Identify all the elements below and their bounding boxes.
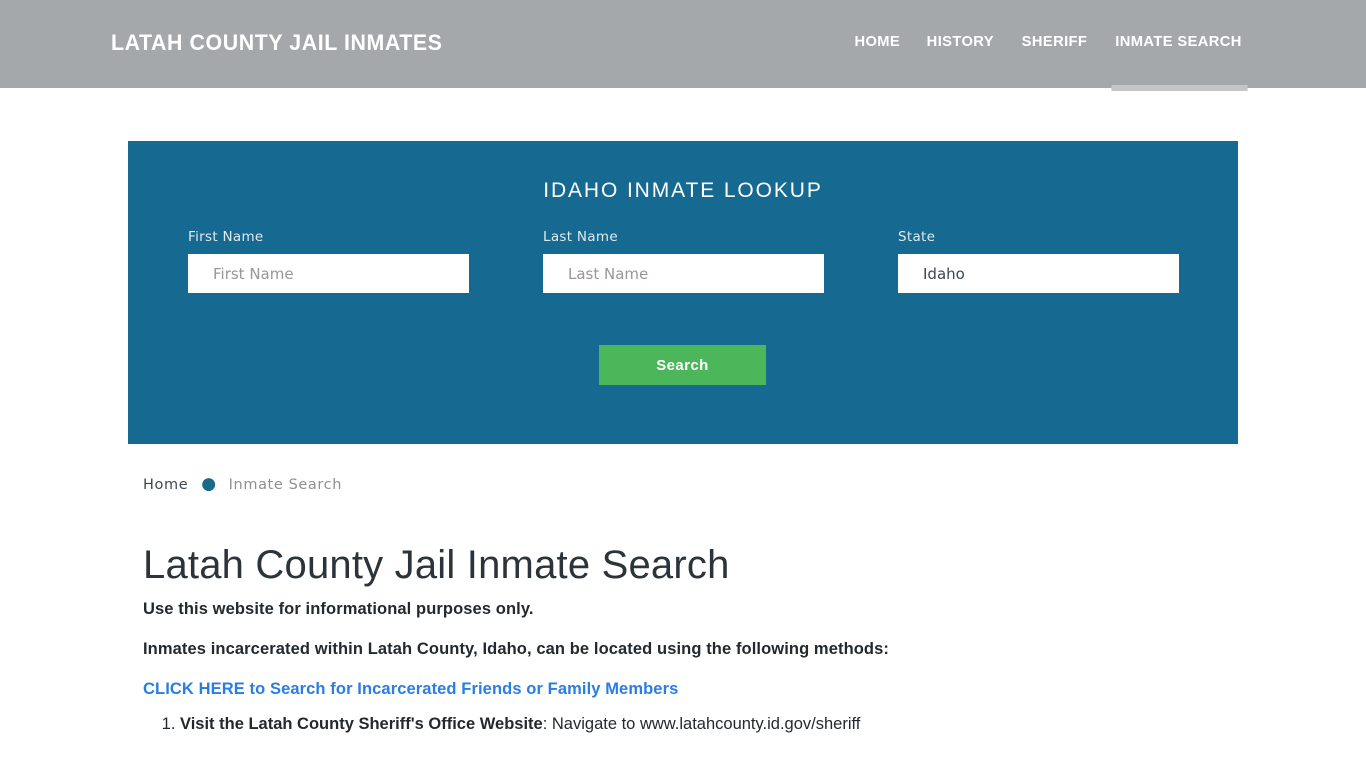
breadcrumb-current: Inmate Search xyxy=(228,476,342,493)
breadcrumb: Home ● Inmate Search xyxy=(143,476,342,493)
intro-paragraph-1: Use this website for informational purpo… xyxy=(143,600,534,618)
nav-item-sheriff[interactable]: SHERIFF xyxy=(1009,33,1100,50)
site-brand-title: LATAH COUNTY JAIL INMATES xyxy=(111,30,443,55)
state-field-group: State xyxy=(898,229,1179,293)
inmate-search-cta-link[interactable]: CLICK HERE to Search for Incarcerated Fr… xyxy=(143,680,678,699)
first-name-label: First Name xyxy=(188,229,264,245)
header-inner: LATAH COUNTY JAIL INMATES HOME HISTORY S… xyxy=(0,0,1366,91)
state-input[interactable] xyxy=(898,254,1179,293)
site-header: LATAH COUNTY JAIL INMATES HOME HISTORY S… xyxy=(0,0,1366,91)
method-title: Visit the Latah County Sheriff's Office … xyxy=(180,715,543,733)
list-item: Visit the Latah County Sheriff's Office … xyxy=(180,713,860,737)
inmate-lookup-panel: IDAHO INMATE LOOKUP First Name Last Name… xyxy=(128,141,1238,444)
last-name-field-group: Last Name xyxy=(543,229,824,293)
last-name-label: Last Name xyxy=(543,229,618,245)
first-name-field-group: First Name xyxy=(188,229,469,293)
main-navigation: HOME HISTORY SHERIFF INMATE SEARCH xyxy=(841,33,1256,91)
nav-item-history[interactable]: HISTORY xyxy=(914,33,1007,50)
page-title: Latah County Jail Inmate Search xyxy=(143,543,730,587)
intro-paragraph-2: Inmates incarcerated within Latah County… xyxy=(143,640,889,658)
panel-title: IDAHO INMATE LOOKUP xyxy=(543,179,823,202)
search-panel-section: IDAHO INMATE LOOKUP First Name Last Name… xyxy=(0,88,1366,468)
breadcrumb-separator-dot: ● xyxy=(201,474,217,494)
methods-list: Visit the Latah County Sheriff's Office … xyxy=(143,713,860,737)
state-label: State xyxy=(898,229,936,245)
nav-item-home[interactable]: HOME xyxy=(841,33,912,50)
breadcrumb-home-link[interactable]: Home xyxy=(143,477,188,493)
first-name-input[interactable] xyxy=(188,254,469,293)
last-name-input[interactable] xyxy=(543,254,824,293)
search-button[interactable]: Search xyxy=(599,345,766,385)
nav-item-inmate-search[interactable]: INMATE SEARCH xyxy=(1102,33,1254,91)
method-detail: : Navigate to www.latahcounty.id.gov/she… xyxy=(542,715,861,733)
